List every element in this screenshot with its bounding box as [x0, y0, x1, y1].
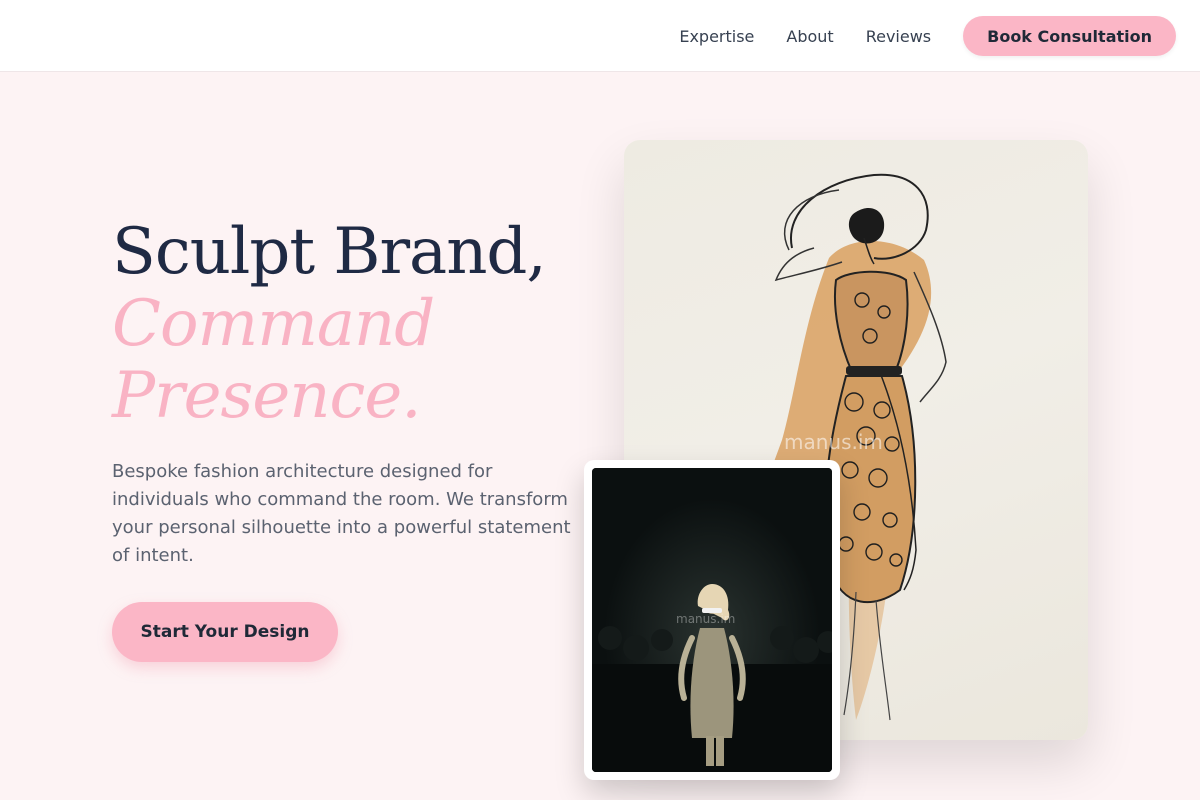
start-your-design-button[interactable]: Start Your Design: [112, 602, 338, 662]
nav-link-reviews[interactable]: Reviews: [866, 27, 931, 46]
runway-photo: manus.im: [592, 468, 832, 772]
book-consultation-button[interactable]: Book Consultation: [963, 16, 1176, 56]
nav-link-about[interactable]: About: [786, 27, 833, 46]
nav-links: Expertise About Reviews Book Consultatio…: [679, 16, 1176, 56]
top-nav: Expertise About Reviews Book Consultatio…: [0, 0, 1200, 72]
hero-title-line-1: Sculpt Brand,: [112, 215, 547, 289]
hero-title-line-3: Presence.: [112, 359, 422, 433]
hero-description: Bespoke fashion architecture designed fo…: [112, 461, 571, 566]
hero-title-line-2: Command: [112, 287, 435, 361]
hero-title: Sculpt Brand, Command Presence.: [112, 215, 547, 433]
runway-photo-card: manus.im: [584, 460, 840, 780]
sketch-watermark: manus.im: [784, 430, 883, 454]
runway-watermark: manus.im: [676, 612, 736, 626]
nav-link-expertise[interactable]: Expertise: [679, 27, 754, 46]
